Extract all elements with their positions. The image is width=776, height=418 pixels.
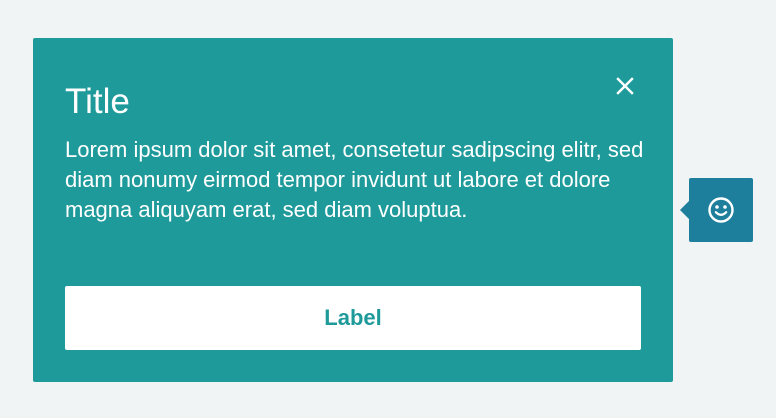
- popover-trigger-button[interactable]: [680, 178, 753, 242]
- popover-title: Title: [65, 82, 130, 121]
- popover-body-text: Lorem ipsum dolor sit amet, consetetur s…: [65, 137, 644, 222]
- close-icon: [616, 77, 634, 95]
- label-button[interactable]: Label: [65, 286, 641, 350]
- smiley-icon: [708, 197, 734, 223]
- close-button[interactable]: [610, 71, 640, 101]
- label-button-text: Label: [324, 305, 382, 330]
- popover: Title Lorem ipsum dolor sit amet, conset…: [33, 38, 673, 382]
